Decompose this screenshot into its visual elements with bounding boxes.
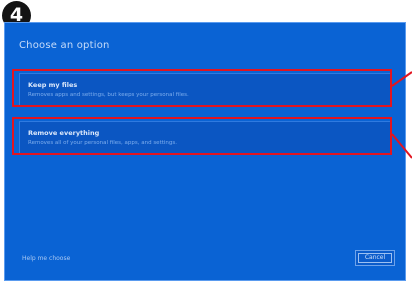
- remove-everything-option[interactable]: Remove everything Removes all of your pe…: [19, 121, 392, 154]
- callout-line-keep: [391, 71, 412, 87]
- remove-everything-description: Removes all of your personal files, apps…: [28, 140, 178, 146]
- keep-my-files-title: Keep my files: [28, 81, 78, 89]
- dialog-title: Choose an option: [19, 40, 110, 51]
- remove-everything-title: Remove everything: [28, 129, 100, 137]
- help-me-choose-link[interactable]: Help me choose: [22, 255, 70, 262]
- callout-connector-lines: [391, 71, 412, 159]
- cancel-button[interactable]: Cancel: [355, 250, 395, 266]
- reset-pc-dialog: Choose an option Keep my files Removes a…: [4, 22, 406, 281]
- callout-line-remove: [391, 133, 412, 159]
- keep-my-files-option[interactable]: Keep my files Removes apps and settings,…: [19, 73, 392, 106]
- keep-my-files-description: Removes apps and settings, but keeps you…: [28, 92, 189, 98]
